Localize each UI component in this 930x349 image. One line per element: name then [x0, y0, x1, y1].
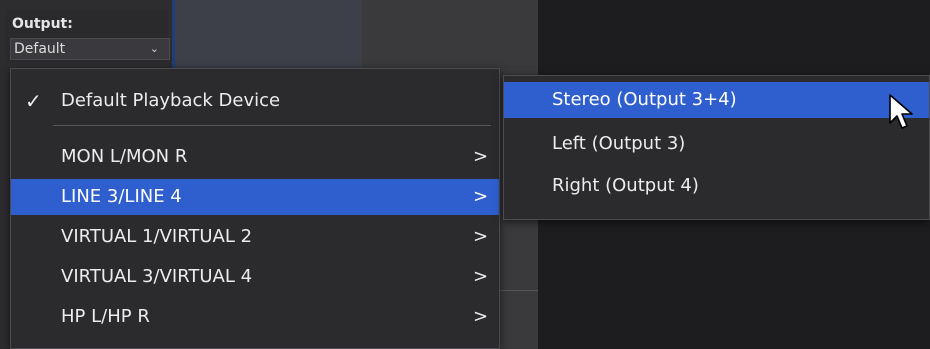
line-3-4-submenu: Stereo (Output 3+4) Left (Output 3) Righ…: [503, 75, 930, 220]
submenu-item-label: Left (Output 3): [552, 133, 686, 154]
menu-item-line-3-4[interactable]: LINE 3/LINE 4 >: [11, 179, 499, 215]
submenu-arrow-icon: >: [473, 186, 489, 207]
output-label: Output:: [12, 16, 73, 32]
submenu-arrow-icon: >: [473, 226, 489, 247]
menu-item-hp[interactable]: HP L/HP R >: [11, 299, 499, 335]
menu-separator: [53, 125, 491, 126]
submenu-arrow-icon: >: [473, 306, 489, 327]
output-panel: Output: Default ⌄: [6, 10, 170, 62]
submenu-item-right[interactable]: Right (Output 4): [504, 168, 929, 204]
output-device-menu: ✓ Default Playback Device MON L/MON R > …: [10, 68, 500, 349]
menu-item-label: HP L/HP R: [61, 306, 150, 327]
submenu-item-stereo[interactable]: Stereo (Output 3+4): [504, 82, 929, 118]
menu-item-label: LINE 3/LINE 4: [61, 186, 182, 207]
mouse-pointer-icon: [889, 94, 913, 129]
submenu-arrow-icon: >: [473, 146, 489, 167]
menu-item-default-playback-device[interactable]: ✓ Default Playback Device: [11, 83, 499, 119]
menu-item-label: VIRTUAL 3/VIRTUAL 4: [61, 266, 253, 287]
submenu-item-label: Stereo (Output 3+4): [552, 89, 737, 110]
submenu-item-label: Right (Output 4): [552, 175, 699, 196]
chevron-down-icon: ⌄: [149, 42, 159, 55]
checkmark-icon: ✓: [25, 89, 42, 113]
menu-item-virtual-1-2[interactable]: VIRTUAL 1/VIRTUAL 2 >: [11, 219, 499, 255]
menu-item-label: MON L/MON R: [61, 146, 188, 167]
menu-item-label: VIRTUAL 1/VIRTUAL 2: [61, 226, 253, 247]
menu-item-label: Default Playback Device: [61, 90, 281, 111]
menu-item-mon[interactable]: MON L/MON R >: [11, 139, 499, 175]
menu-item-virtual-3-4[interactable]: VIRTUAL 3/VIRTUAL 4 >: [11, 259, 499, 295]
submenu-arrow-icon: >: [473, 266, 489, 287]
submenu-item-left[interactable]: Left (Output 3): [504, 126, 929, 162]
output-select[interactable]: Default ⌄: [10, 38, 170, 60]
output-select-value: Default: [14, 41, 66, 57]
app-window: sh Output: Default ⌄ ✓ Default Playback …: [0, 0, 930, 349]
